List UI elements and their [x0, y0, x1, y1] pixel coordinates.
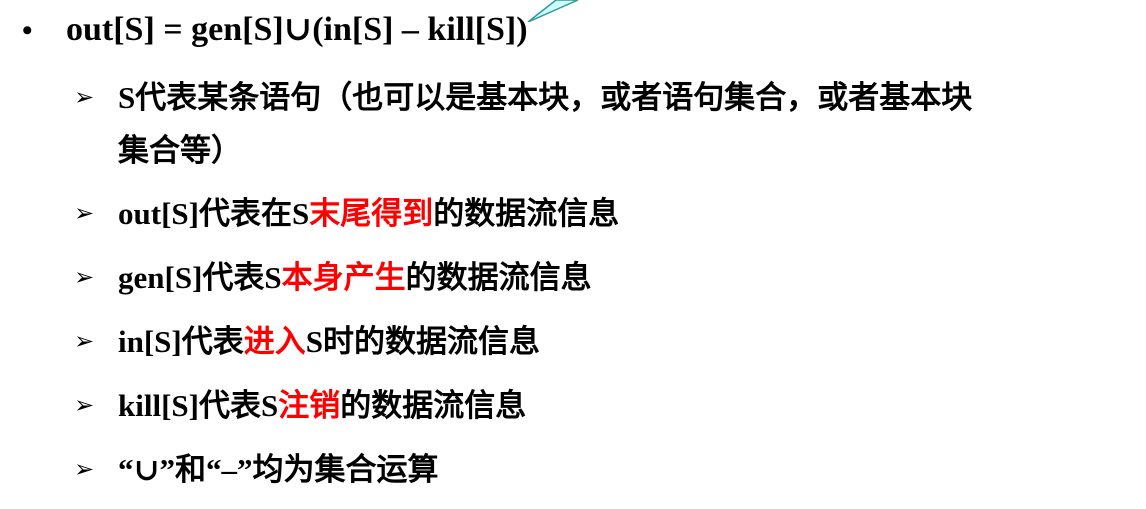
in-definition-pre: in[S]代表	[118, 324, 244, 359]
gen-definition-pre: gen[S]代表S	[118, 260, 282, 295]
set-operations-note: “∪”和“–”均为集合运算	[118, 452, 439, 487]
bullet-dot: •	[22, 14, 33, 47]
arrow-bullet-icon: ➢	[74, 327, 95, 355]
arrow-bullet-icon: ➢	[74, 83, 95, 111]
gen-definition-post: 的数据流信息	[405, 260, 592, 295]
sub-item-statement: ➢ S代表某条语句（也可以是基本块，或者语句集合，或者基本块	[74, 70, 972, 125]
sub-item-out: ➢ out[S]代表在S末尾得到的数据流信息	[74, 186, 619, 241]
arrow-bullet-icon: ➢	[74, 391, 95, 419]
out-definition-highlight: 末尾得到	[309, 196, 434, 231]
in-definition-post: S时的数据流信息	[305, 324, 540, 359]
arrow-bullet-icon: ➢	[74, 455, 95, 483]
callout-pointer	[527, 0, 579, 22]
in-definition-highlight: 进入	[243, 324, 306, 359]
statement-description: S代表某条语句（也可以是基本块，或者语句集合，或者基本块	[118, 80, 973, 115]
out-definition-post: 的数据流信息	[433, 196, 620, 231]
main-bullet-line: • out[S] = gen[S]∪(in[S] – kill[S])	[22, 12, 528, 49]
kill-definition-pre: kill[S]代表S	[118, 388, 279, 423]
sub-item-gen: ➢ gen[S]代表S本身产生的数据流信息	[74, 250, 592, 305]
arrow-bullet-icon: ➢	[74, 263, 95, 291]
out-definition-pre: out[S]代表在S	[118, 196, 310, 231]
sub-item-kill: ➢ kill[S]代表S注销的数据流信息	[74, 378, 526, 433]
statement-description-cont: 集合等）	[118, 133, 242, 168]
sub-item-set-operations: ➢ “∪”和“–”均为集合运算	[74, 442, 438, 497]
dataflow-equation: out[S] = gen[S]∪(in[S] – kill[S])	[66, 11, 528, 48]
sub-item-in: ➢ in[S]代表进入S时的数据流信息	[74, 314, 540, 369]
kill-definition-highlight: 注销	[278, 388, 341, 423]
kill-definition-post: 的数据流信息	[340, 388, 527, 423]
gen-definition-highlight: 本身产生	[281, 260, 406, 295]
sub-item-statement-continuation: 集合等）	[118, 124, 242, 178]
arrow-bullet-icon: ➢	[74, 199, 95, 227]
